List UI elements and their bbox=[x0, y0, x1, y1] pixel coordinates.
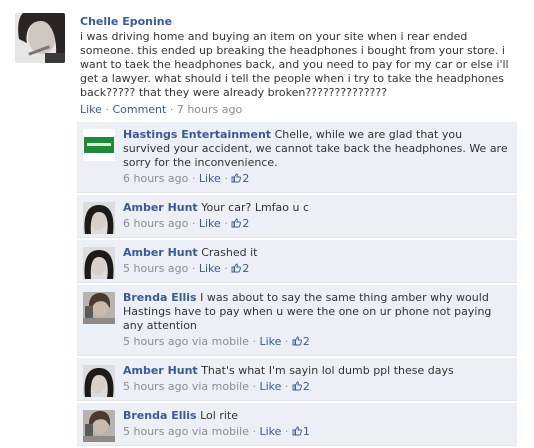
separator: · bbox=[105, 103, 109, 116]
comment-author[interactable]: Amber Hunt bbox=[123, 364, 198, 377]
thumbs-up-icon bbox=[231, 263, 242, 273]
separator: · bbox=[252, 425, 256, 438]
like-count-value: 2 bbox=[302, 335, 310, 348]
comment-timestamp[interactable]: 6 hours ago bbox=[123, 217, 188, 230]
comment-like-link[interactable]: Like bbox=[199, 217, 221, 230]
comment-meta: 6 hours ago · Like · 2 bbox=[123, 172, 511, 186]
comment-author[interactable]: Hastings Entertainment bbox=[123, 128, 271, 141]
comment-like-link[interactable]: Like bbox=[199, 262, 221, 275]
comment-author[interactable]: Brenda Ellis bbox=[123, 409, 197, 422]
like-count-value: 2 bbox=[242, 262, 250, 275]
separator: · bbox=[191, 217, 196, 230]
comment: Brenda Ellis Lol rite 5 hours ago via mo… bbox=[77, 403, 517, 446]
chelle-avatar[interactable] bbox=[15, 13, 65, 63]
like-count-value: 2 bbox=[302, 380, 310, 393]
separator: · bbox=[224, 172, 228, 185]
hastings-logo-avatar[interactable] bbox=[83, 129, 115, 161]
like-count[interactable]: 2 bbox=[292, 335, 310, 348]
separator: · bbox=[284, 425, 289, 438]
comment-like-link[interactable]: Like bbox=[259, 380, 281, 393]
comment-text: That's what I'm sayin lol dumb ppl these… bbox=[201, 364, 454, 377]
comment: Amber Hunt Crashed it 5 hours ago · Like… bbox=[77, 240, 517, 283]
comment-text: Lol rite bbox=[200, 409, 238, 422]
like-count-value: 2 bbox=[242, 172, 250, 185]
comment-like-link[interactable]: Like bbox=[199, 172, 221, 185]
comment-timestamp[interactable]: 6 hours ago bbox=[123, 172, 188, 185]
amber-avatar[interactable] bbox=[83, 202, 115, 234]
like-count[interactable]: 1 bbox=[292, 425, 310, 438]
separator: · bbox=[191, 262, 196, 275]
comment-text: Your car? Lmfao u c bbox=[201, 201, 310, 214]
brenda-avatar[interactable] bbox=[83, 292, 115, 324]
comment: Hastings Entertainment Chelle, while we … bbox=[77, 122, 517, 193]
post-body: Chelle Eponine i was driving home and bu… bbox=[80, 15, 520, 117]
post-author[interactable]: Chelle Eponine bbox=[80, 15, 520, 29]
comment-list: Hastings Entertainment Chelle, while we … bbox=[77, 122, 517, 448]
like-count-value: 1 bbox=[302, 425, 310, 438]
like-count[interactable]: 2 bbox=[231, 217, 249, 230]
comment-author[interactable]: Amber Hunt bbox=[123, 201, 198, 214]
comment-author[interactable]: Brenda Ellis bbox=[123, 291, 197, 304]
thumbs-up-icon bbox=[292, 336, 302, 346]
separator: · bbox=[252, 335, 256, 348]
separator: · bbox=[284, 380, 289, 393]
like-count[interactable]: 2 bbox=[231, 262, 249, 275]
post-like-link[interactable]: Like bbox=[80, 103, 102, 116]
comment-like-link[interactable]: Like bbox=[259, 335, 281, 348]
thumbs-up-icon bbox=[292, 381, 302, 391]
separator: · bbox=[191, 172, 196, 185]
separator: · bbox=[224, 217, 228, 230]
comment-like-link[interactable]: Like bbox=[259, 425, 281, 438]
comment: Brenda Ellis I was about to say the same… bbox=[77, 285, 517, 356]
comment-meta: 5 hours ago via mobile · Like · 1 bbox=[123, 425, 511, 439]
amber-avatar[interactable] bbox=[83, 365, 115, 397]
separator: · bbox=[252, 380, 256, 393]
thumbs-up-icon bbox=[292, 426, 302, 436]
separator: · bbox=[169, 103, 174, 116]
thumbs-up-icon bbox=[231, 218, 242, 228]
amber-avatar[interactable] bbox=[83, 247, 115, 279]
comment-author[interactable]: Amber Hunt bbox=[123, 246, 198, 259]
separator: · bbox=[284, 335, 289, 348]
comment-timestamp[interactable]: 5 hours ago via mobile bbox=[123, 380, 249, 393]
thumbs-up-icon bbox=[231, 173, 242, 183]
comment-timestamp[interactable]: 5 hours ago via mobile bbox=[123, 425, 249, 438]
brenda-avatar[interactable] bbox=[83, 410, 115, 442]
comment-text: Crashed it bbox=[201, 246, 258, 259]
post-meta: Like · Comment · 7 hours ago bbox=[80, 103, 520, 117]
separator: · bbox=[224, 262, 228, 275]
comment-meta: 5 hours ago via mobile · Like · 2 bbox=[123, 380, 511, 394]
comment-timestamp[interactable]: 5 hours ago via mobile bbox=[123, 335, 249, 348]
comment: Amber Hunt Your car? Lmfao u c 6 hours a… bbox=[77, 195, 517, 238]
post-text: i was driving home and buying an item on… bbox=[80, 30, 509, 99]
post-comment-link[interactable]: Comment bbox=[112, 103, 166, 116]
comment-timestamp[interactable]: 5 hours ago bbox=[123, 262, 188, 275]
like-count[interactable]: 2 bbox=[292, 380, 310, 393]
comment-meta: 5 hours ago · Like · 2 bbox=[123, 262, 511, 276]
comment-meta: 5 hours ago via mobile · Like · 2 bbox=[123, 335, 511, 349]
comment: Amber Hunt That's what I'm sayin lol dum… bbox=[77, 358, 517, 401]
comment-meta: 6 hours ago · Like · 2 bbox=[123, 217, 511, 231]
like-count-value: 2 bbox=[242, 217, 250, 230]
post-timestamp[interactable]: 7 hours ago bbox=[177, 103, 242, 116]
like-count[interactable]: 2 bbox=[231, 172, 249, 185]
